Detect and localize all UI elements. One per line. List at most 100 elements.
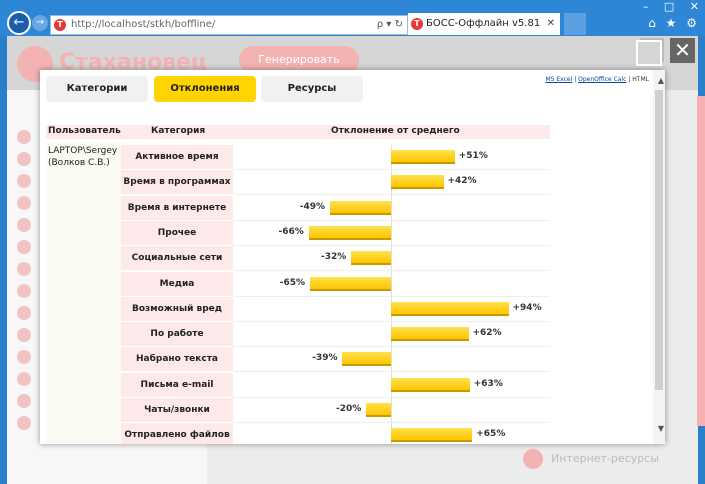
deviation-bar <box>351 251 391 266</box>
bar-value-label: +63% <box>473 378 503 389</box>
bar-value-label: +94% <box>512 302 542 313</box>
sidebar-dot-icon <box>17 372 31 386</box>
maximize-icon[interactable]: □ <box>664 0 674 13</box>
sidebar-dot-icon <box>17 174 31 188</box>
bar-value-label: -39% <box>312 353 338 364</box>
category-label: Время в программах <box>121 170 233 195</box>
scroll-up-icon[interactable]: ▲ <box>658 76 664 85</box>
settings-gear-icon[interactable]: ⚙ <box>686 16 697 30</box>
table-header: Пользователь Категория Отклонение от сре… <box>46 125 550 139</box>
sidebar-dot-icon <box>17 218 31 232</box>
sidebar-dot-icon <box>17 262 31 276</box>
tab-deviations[interactable]: Отклонения <box>154 76 256 102</box>
user-login: LAPTOP\Sergey <box>48 146 118 156</box>
app-footer: Интернет-ресурсы <box>523 444 663 474</box>
scroll-thumb[interactable] <box>655 90 663 390</box>
scroll-down-icon[interactable]: ▼ <box>658 424 664 433</box>
category-label: Набрано текста <box>121 347 233 372</box>
overlay-controls: ✕ <box>628 38 698 66</box>
table-row: Медиа -65% <box>121 271 550 297</box>
header-deviation: Отклонение от среднего <box>331 126 460 136</box>
bar-value-label: +62% <box>472 328 502 339</box>
header-user: Пользователь <box>48 126 121 136</box>
modal-scrollbar[interactable]: ▲ ▼ <box>653 70 665 444</box>
internet-resources-icon <box>523 449 543 469</box>
windows-stack-icon[interactable] <box>636 40 662 66</box>
deviation-bar <box>391 327 469 342</box>
sidebar-dot-icon <box>17 196 31 210</box>
minimize-icon[interactable]: – <box>643 0 649 13</box>
category-label: Письма e-mail <box>121 372 233 397</box>
deviation-bar <box>342 352 391 367</box>
tab-close-icon[interactable]: ✕ <box>547 13 555 35</box>
footer-label: Интернет-ресурсы <box>551 452 659 465</box>
sidebar-dot-icon <box>17 328 31 342</box>
deviation-bar <box>309 276 391 291</box>
sidebar-dot-icon <box>17 284 31 298</box>
browser-chrome: ← → Т http://localhost/stkh/boffline/ ρ … <box>0 0 705 51</box>
export-sep: | <box>628 76 631 83</box>
category-label: Социальные сети <box>121 246 233 271</box>
export-calc-link[interactable]: OpenOffice Calc <box>578 76 626 83</box>
table-row: Время в интернете -49% <box>121 195 550 221</box>
address-bar[interactable]: Т http://localhost/stkh/boffline/ ρ ▾ ↻ <box>50 15 408 35</box>
deviation-bar <box>329 200 391 215</box>
sidebar-dot-icon <box>17 240 31 254</box>
export-sep: | <box>574 76 577 83</box>
window-close-icon[interactable]: ✕ <box>690 0 699 13</box>
sidebar-dot-icon <box>17 416 31 430</box>
sidebar-dot-icon <box>17 152 31 166</box>
header-category: Категория <box>151 126 206 136</box>
category-label: Медиа <box>121 271 233 296</box>
table-row: Время в программах +42% <box>121 170 550 196</box>
export-excel-link[interactable]: MS Excel <box>545 76 572 83</box>
category-label: Возможный вред <box>121 296 233 321</box>
category-label: Время в интернете <box>121 195 233 220</box>
sidebar-dot-icon <box>17 130 31 144</box>
category-label: Активное время <box>121 145 233 169</box>
window-controls: – □ ✕ <box>631 0 699 13</box>
deviation-bar <box>391 428 473 443</box>
bar-value-label: +51% <box>458 151 488 161</box>
table-row: Возможный вред +94% <box>121 296 550 322</box>
browser-tab[interactable]: Т БОСС-Оффлайн v5.81 (boss) ✕ <box>408 13 560 51</box>
sidebar-dot-icon <box>17 306 31 320</box>
sidebar-dot-icon <box>17 350 31 364</box>
table-row: Прочее -66% <box>121 220 550 246</box>
table-row: По работе +62% <box>121 322 550 348</box>
bar-value-label: -65% <box>279 277 306 288</box>
favorites-star-icon[interactable]: ★ <box>666 16 677 30</box>
deviation-bar <box>391 377 470 392</box>
overlay-close-icon[interactable]: ✕ <box>670 38 695 63</box>
address-tools-icon[interactable]: ρ ▾ ↻ <box>377 16 403 34</box>
right-panel <box>697 96 705 426</box>
tab-resources[interactable]: Ресурсы <box>261 76 363 102</box>
category-label: Чаты/звонки <box>121 398 233 422</box>
bar-value-label: +42% <box>447 176 477 187</box>
new-tab-button[interactable] <box>564 13 586 35</box>
export-links: MS Excel | OpenOffice Calc | HTML <box>545 76 649 83</box>
home-icon[interactable]: ⌂ <box>648 16 656 30</box>
user-fullname: (Волков С.В.) <box>48 158 110 168</box>
table-row: Набрано текста -39% <box>121 347 550 373</box>
bar-value-label: -49% <box>299 201 326 212</box>
deviation-bar <box>308 225 391 240</box>
deviation-bar <box>391 301 509 316</box>
category-label: По работе <box>121 322 233 347</box>
sidebar-dot-icon <box>17 394 31 408</box>
user-cell: LAPTOP\Sergey (Волков С.В.) <box>46 142 121 444</box>
tab-favicon-icon: Т <box>411 18 423 30</box>
category-label: Прочее <box>121 220 233 245</box>
table-row: Активное время +51% <box>121 145 550 170</box>
url-text[interactable]: http://localhost/stkh/boffline/ <box>71 16 215 34</box>
deviation-bar <box>366 403 391 417</box>
browser-toolbar-icons: ⌂ ★ ⚙ <box>642 16 697 30</box>
back-icon[interactable]: ← <box>7 11 31 35</box>
tab-categories[interactable]: Категории <box>46 76 148 102</box>
bar-value-label: -20% <box>336 404 362 414</box>
category-label: Отправлено файлов <box>121 423 233 444</box>
report-modal: Категории Отклонения Ресурсы MS Excel | … <box>40 70 665 444</box>
table-row: Социальные сети -32% <box>121 246 550 272</box>
forward-icon[interactable]: → <box>32 15 48 31</box>
table-row: Письма e-mail +63% <box>121 372 550 398</box>
